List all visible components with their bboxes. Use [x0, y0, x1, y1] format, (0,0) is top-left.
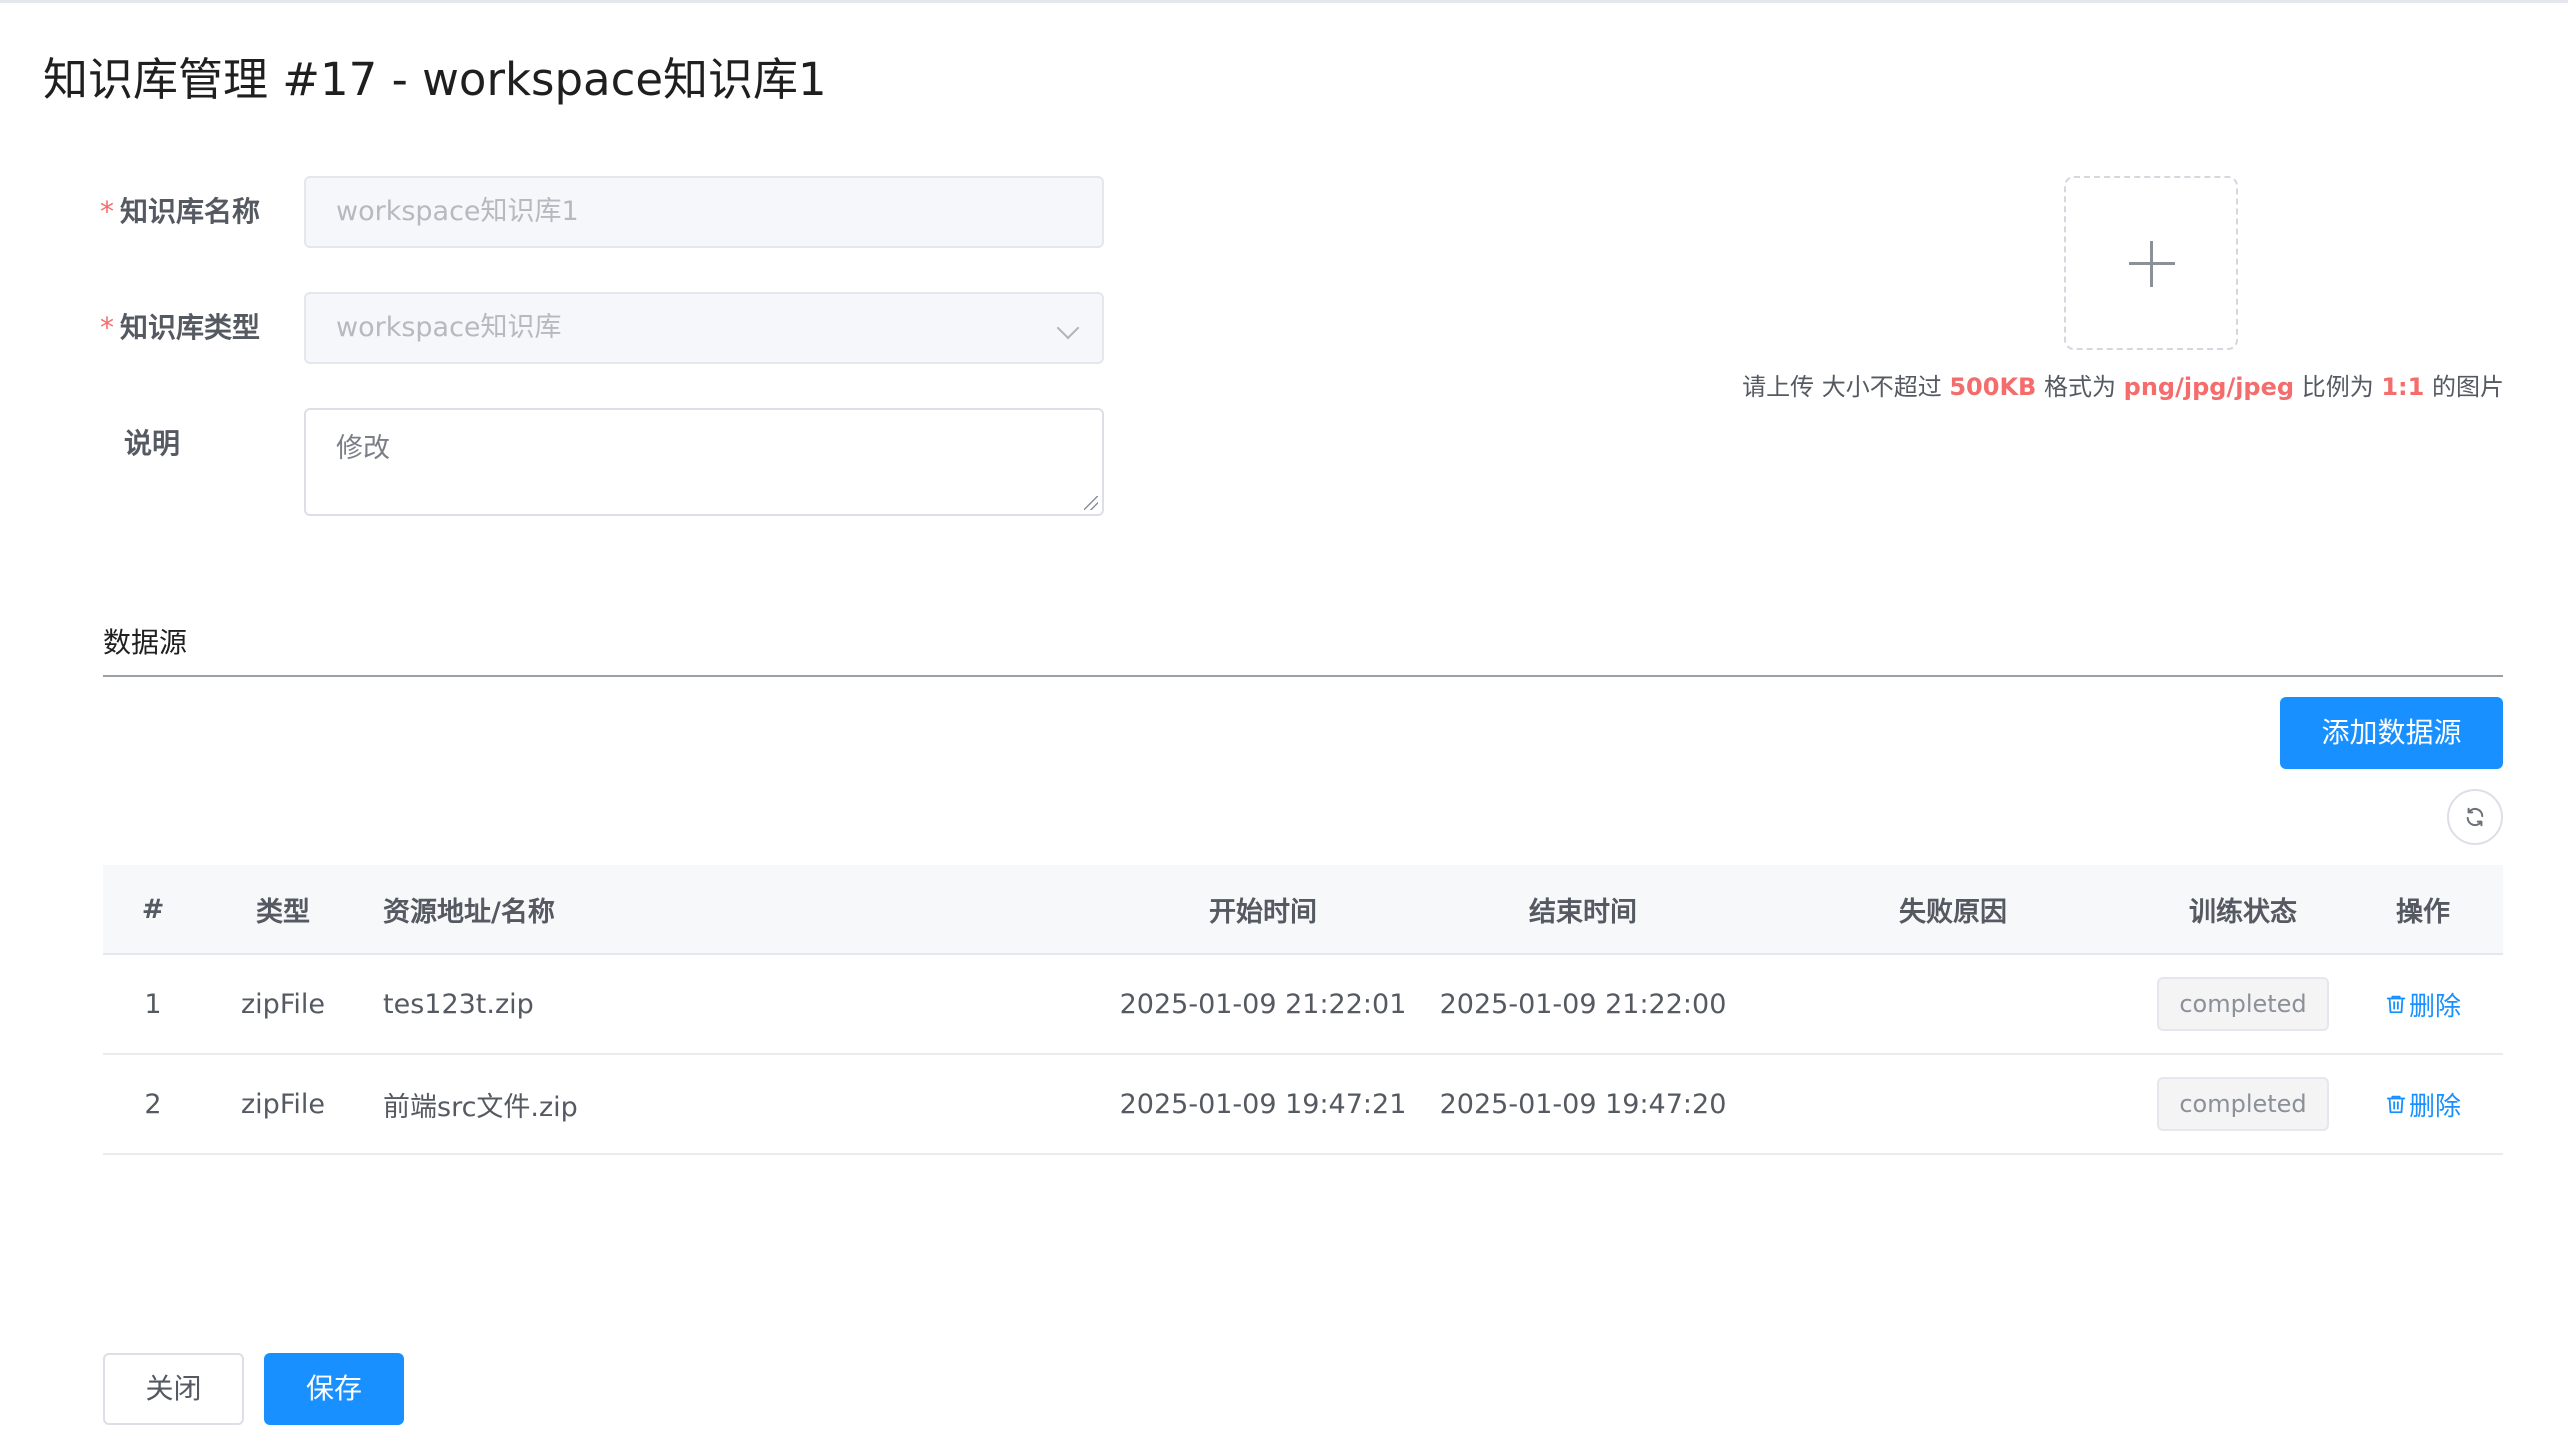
upload-hint-format: 格式为 [2044, 373, 2116, 401]
row-fail-reason [1743, 1055, 2163, 1153]
upload-hint-prefix: 请上传 大小不超过 [1742, 373, 1942, 401]
column-source: 资源地址/名称 [383, 896, 555, 928]
section-divider [103, 675, 2503, 677]
column-start-time: 开始时间 [1209, 896, 1317, 928]
form-row-type: * 知识库类型 workspace知识库 [100, 292, 1104, 364]
delete-label: 删除 [2408, 991, 2461, 1022]
type-label: * 知识库类型 [100, 292, 304, 364]
row-ops: 删除 [2323, 955, 2523, 1053]
knowledge-base-editor: 知识库管理 #17 - workspace知识库1 * 知识库名称 workspa… [0, 0, 2568, 1438]
column-ops: 操作 [2396, 896, 2450, 928]
type-select-value: workspace知识库 [336, 312, 562, 343]
status-badge: completed [2157, 977, 2329, 1031]
row-start-time: 2025-01-09 19:47:21 [1119, 1088, 1407, 1120]
row-source: 前端src文件.zip [383, 1091, 578, 1123]
form-row-description: 说明 修改 [100, 408, 1104, 516]
description-label-text: 说明 [124, 427, 181, 460]
datasource-section-title: 数据源 [103, 626, 188, 659]
row-type: zipFile [241, 988, 325, 1020]
trash-icon [2386, 995, 2406, 1014]
table-row: 1 zipFile tes123t.zip 2025-01-09 21:22:0… [103, 955, 2503, 1055]
row-end-time: 2025-01-09 19:47:20 [1439, 1088, 1727, 1120]
trash-icon [2386, 1095, 2406, 1114]
upload-formats: png/jpg/jpeg [2123, 373, 2295, 401]
row-start-time: 2025-01-09 21:22:01 [1119, 988, 1407, 1020]
column-status: 训练状态 [2189, 896, 2297, 928]
name-input[interactable]: workspace知识库1 [304, 176, 1104, 248]
column-index: # [141, 893, 165, 925]
close-button[interactable]: 关闭 [103, 1353, 244, 1425]
required-mark: * [100, 311, 114, 344]
row-source: tes123t.zip [383, 988, 534, 1020]
save-button[interactable]: 保存 [264, 1353, 404, 1425]
chevron-down-icon [1056, 316, 1080, 340]
column-type: 类型 [256, 896, 310, 928]
delete-button[interactable]: 删除 [2385, 986, 2461, 1023]
form-row-name: * 知识库名称 workspace知识库1 [100, 176, 1104, 248]
upload-hint-ratio: 比例为 [2301, 373, 2374, 401]
refresh-button[interactable] [2447, 789, 2503, 845]
plus-icon-vertical [2150, 241, 2153, 287]
row-status: completed [2157, 1055, 2329, 1153]
description-value: 修改 [336, 433, 390, 464]
upload-hint: 请上传 大小不超过 500KB 格式为 png/jpg/jpeg 比例为 1:1… [1742, 367, 2504, 402]
description-label: 说明 [100, 408, 304, 480]
upload-hint-suffix: 的图片 [2432, 373, 2504, 401]
table-row: 2 zipFile 前端src文件.zip 2025-01-09 19:47:2… [103, 1055, 2503, 1155]
datasource-table: # 类型 资源地址/名称 开始时间 结束时间 失败原因 训练状态 操作 1 zi… [103, 865, 2503, 1155]
row-ops: 删除 [2323, 1055, 2523, 1153]
delete-button[interactable]: 删除 [2385, 1086, 2461, 1123]
upload-ratio: 1:1 [2381, 373, 2425, 401]
status-badge: completed [2157, 1077, 2329, 1131]
upload-size-limit: 500KB [1949, 373, 2037, 401]
row-end-time: 2025-01-09 21:22:00 [1439, 988, 1727, 1020]
delete-label: 删除 [2408, 1091, 2461, 1122]
resize-handle[interactable] [1084, 496, 1098, 510]
row-index: 2 [144, 1088, 162, 1120]
type-label-text: 知识库类型 [120, 311, 261, 344]
row-fail-reason [1743, 955, 2163, 1053]
row-type: zipFile [241, 1088, 325, 1120]
row-status: completed [2157, 955, 2329, 1053]
page-title: 知识库管理 #17 - workspace知识库1 [43, 53, 827, 106]
type-select[interactable]: workspace知识库 [304, 292, 1104, 364]
image-upload-button[interactable] [2064, 176, 2238, 350]
description-textarea[interactable]: 修改 [304, 408, 1104, 516]
refresh-icon [2466, 807, 2484, 827]
name-label-text: 知识库名称 [120, 195, 261, 228]
column-end-time: 结束时间 [1529, 896, 1637, 928]
column-fail-reason: 失败原因 [1899, 896, 2007, 928]
add-datasource-button[interactable]: 添加数据源 [2280, 697, 2503, 769]
name-label: * 知识库名称 [100, 176, 304, 248]
table-header: # 类型 资源地址/名称 开始时间 结束时间 失败原因 训练状态 操作 [103, 865, 2503, 955]
row-index: 1 [144, 988, 162, 1020]
required-mark: * [100, 195, 114, 228]
